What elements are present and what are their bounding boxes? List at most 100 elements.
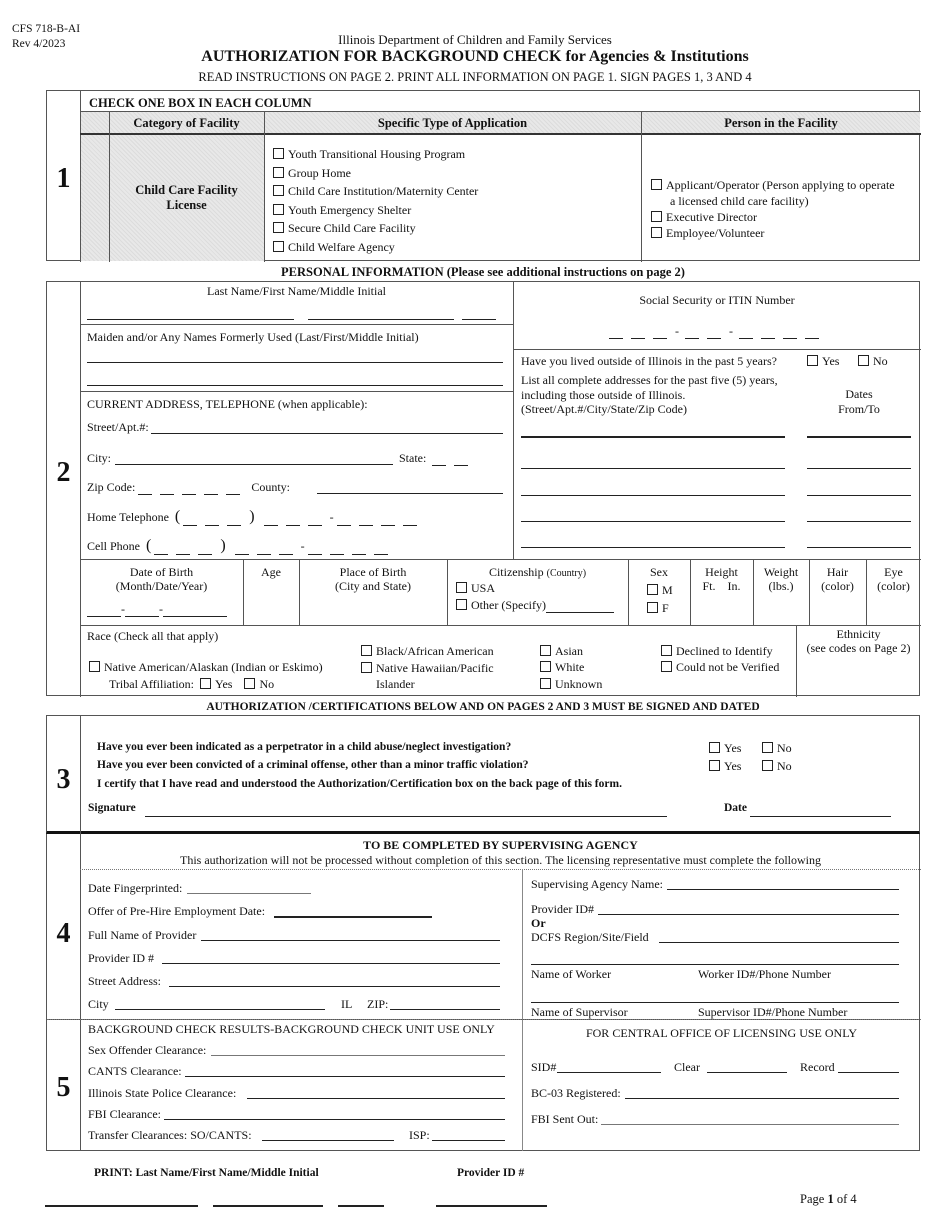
checkbox[interactable] xyxy=(540,678,551,689)
prior-address-field[interactable] xyxy=(521,436,785,438)
checkbox[interactable] xyxy=(647,584,658,595)
offer-date-field[interactable] xyxy=(274,916,432,918)
date-fingerprinted-field[interactable] xyxy=(187,893,311,894)
application-type-option[interactable]: Youth Emergency Shelter xyxy=(273,201,478,220)
person-option[interactable]: Executive Director xyxy=(651,209,895,225)
worker-field[interactable] xyxy=(531,964,899,965)
sid-field[interactable] xyxy=(557,1072,661,1073)
prior-address-field[interactable] xyxy=(521,547,785,548)
ssn-field[interactable]: -- xyxy=(609,324,827,339)
city-field[interactable] xyxy=(115,464,393,465)
street-address-field[interactable] xyxy=(169,986,500,987)
county-field[interactable] xyxy=(317,493,503,494)
supervisor-field[interactable] xyxy=(531,1002,899,1003)
checkbox[interactable] xyxy=(540,661,551,672)
race-white[interactable]: White xyxy=(540,660,584,675)
race-native-american[interactable]: Native American/Alaskan (Indian or Eskim… xyxy=(89,660,323,675)
checkbox[interactable] xyxy=(273,166,284,178)
citizenship-other[interactable]: Other (Specify) xyxy=(456,598,614,613)
fbi-sent-field[interactable] xyxy=(601,1124,899,1125)
zip-field[interactable] xyxy=(390,1009,500,1010)
checkbox[interactable] xyxy=(273,240,284,252)
prior-dates-field[interactable] xyxy=(807,495,911,496)
prior-address-field[interactable] xyxy=(521,521,785,522)
checkbox[interactable] xyxy=(762,742,773,753)
street-field[interactable] xyxy=(151,433,503,434)
dcfs-region-field[interactable] xyxy=(659,942,899,943)
lived-outside-no[interactable]: No xyxy=(858,354,888,369)
lived-outside-yes[interactable]: Yes xyxy=(807,354,839,369)
checkbox[interactable] xyxy=(661,645,672,656)
zip-digit[interactable] xyxy=(182,485,197,495)
race-hawaiian[interactable]: Native Hawaiian/Pacific Islander xyxy=(361,660,494,692)
application-type-option[interactable]: Youth Transitional Housing Program xyxy=(273,145,478,164)
checkbox[interactable] xyxy=(709,742,720,753)
cell-phone-row[interactable]: Cell Phone ( ) - xyxy=(87,537,396,555)
checkbox[interactable] xyxy=(273,222,284,233)
checkbox[interactable] xyxy=(709,760,720,771)
zip-digit[interactable] xyxy=(204,485,219,495)
first-name-field[interactable] xyxy=(308,319,454,320)
application-type-option[interactable]: Child Welfare Agency xyxy=(273,238,478,257)
checkbox[interactable] xyxy=(89,661,100,672)
checkbox[interactable] xyxy=(244,678,256,689)
citizenship-usa[interactable]: USA xyxy=(456,581,495,596)
record-field[interactable] xyxy=(838,1072,899,1073)
transfer-isp-field[interactable] xyxy=(432,1140,505,1141)
isp-field[interactable] xyxy=(247,1098,505,1099)
zip-digit[interactable] xyxy=(226,485,241,495)
zip-digit[interactable] xyxy=(138,485,153,495)
application-type-option[interactable]: Secure Child Care Facility xyxy=(273,219,478,238)
middle-initial-field[interactable] xyxy=(462,319,496,320)
city-field[interactable] xyxy=(115,1009,325,1010)
checkbox[interactable] xyxy=(273,203,284,215)
agency-provider-id-field[interactable] xyxy=(598,914,899,915)
question-abuse-yes[interactable]: Yes xyxy=(709,741,741,756)
bc03-field[interactable] xyxy=(625,1098,899,1099)
prior-address-field[interactable] xyxy=(521,468,785,469)
state-field[interactable] xyxy=(432,456,447,466)
person-option[interactable]: Employee/Volunteer xyxy=(651,225,895,241)
provider-name-field[interactable] xyxy=(201,940,500,941)
signature-field[interactable] xyxy=(145,816,667,817)
checkbox[interactable] xyxy=(540,645,551,656)
cants-field[interactable] xyxy=(185,1076,505,1077)
checkbox[interactable] xyxy=(661,661,672,672)
race-asian[interactable]: Asian xyxy=(540,644,583,659)
agency-name-field[interactable] xyxy=(667,889,899,890)
checkbox[interactable] xyxy=(273,148,284,159)
prior-dates-field[interactable] xyxy=(807,521,911,522)
footer-first-name-field[interactable] xyxy=(213,1205,323,1207)
checkbox[interactable] xyxy=(200,678,212,689)
maiden-name-field-1[interactable] xyxy=(87,362,503,363)
sex-offender-field[interactable] xyxy=(211,1055,505,1056)
prior-address-field[interactable] xyxy=(521,495,785,496)
checkbox[interactable] xyxy=(456,599,467,610)
prior-dates-field[interactable] xyxy=(807,547,911,548)
fbi-field[interactable] xyxy=(164,1119,505,1120)
race-black[interactable]: Black/African American xyxy=(361,644,494,659)
prior-dates-field[interactable] xyxy=(807,468,911,469)
checkbox[interactable] xyxy=(762,760,773,771)
checkbox[interactable] xyxy=(273,185,284,196)
checkbox[interactable] xyxy=(647,602,658,613)
home-phone-row[interactable]: Home Telephone ( ) - xyxy=(87,508,425,526)
checkbox[interactable] xyxy=(651,179,662,190)
application-type-option[interactable]: Child Care Institution/Maternity Center xyxy=(273,182,478,201)
provider-id-field[interactable] xyxy=(162,963,500,964)
date-field[interactable] xyxy=(750,816,891,817)
question-criminal-yes[interactable]: Yes xyxy=(709,759,741,774)
sex-f[interactable]: F xyxy=(647,601,669,616)
sex-m[interactable]: M xyxy=(647,583,673,598)
footer-middle-initial-field[interactable] xyxy=(338,1205,384,1207)
state-field[interactable] xyxy=(454,456,469,466)
checkbox[interactable] xyxy=(456,582,467,593)
person-option[interactable]: Applicant/Operator (Person applying to o… xyxy=(651,177,895,193)
dob-field[interactable]: -- xyxy=(87,602,227,617)
checkbox[interactable] xyxy=(858,355,869,366)
checkbox[interactable] xyxy=(651,227,662,238)
checkbox[interactable] xyxy=(807,355,818,366)
checkbox[interactable] xyxy=(361,645,372,656)
application-type-option[interactable]: Group Home xyxy=(273,164,478,183)
question-criminal-no[interactable]: No xyxy=(762,759,792,774)
